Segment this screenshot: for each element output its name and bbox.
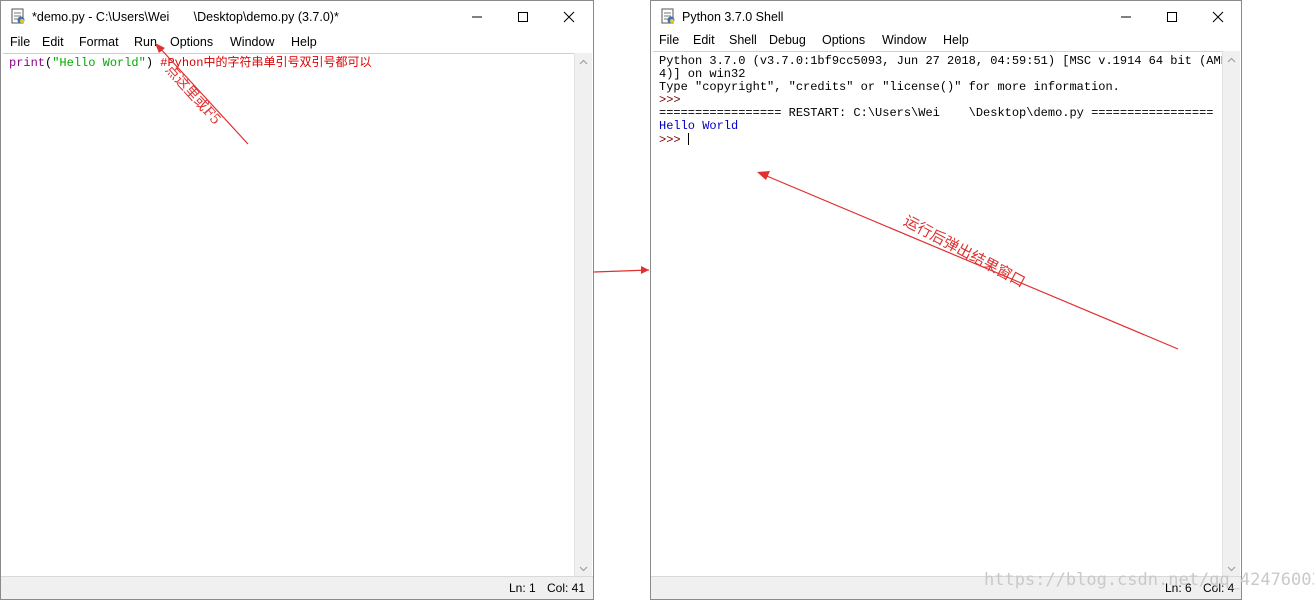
chevron-down-icon: [579, 566, 588, 571]
maximize-button[interactable]: [1149, 1, 1195, 33]
code-editor[interactable]: print("Hello World") #Pyhon中的字符串单引号双引号都可…: [3, 53, 575, 577]
editor-window: *demo.py - C:\Users\Wei \Desktop\demo.py…: [0, 0, 594, 600]
shell-prompt-line: >>>: [659, 133, 689, 147]
watermark: https://blog.csdn.net/qq_42476003: [984, 570, 1314, 590]
program-output: Hello World: [659, 119, 739, 133]
menu-window[interactable]: Window: [882, 33, 926, 47]
shell-prompt: >>>: [659, 133, 688, 147]
shell-scrollbar[interactable]: [1222, 51, 1240, 577]
text-cursor: [687, 133, 689, 145]
editor-title: *demo.py - C:\Users\Wei \Desktop\demo.py…: [32, 10, 339, 24]
string-literal: "Hello World": [52, 56, 146, 70]
minimize-icon: [1121, 16, 1131, 18]
idle-file-icon: [11, 8, 25, 24]
idle-shell-icon: [661, 8, 675, 24]
banner-line: Type "copyright", "credits" or "license(…: [659, 80, 1120, 94]
shell-titlebar[interactable]: Python 3.7.0 Shell: [651, 1, 1241, 33]
menu-file[interactable]: File: [659, 33, 679, 47]
menu-format[interactable]: Format: [79, 35, 119, 49]
maximize-icon: [518, 12, 528, 22]
editor-statusbar: Ln: 1 Col: 41: [1, 576, 593, 599]
close-button[interactable]: [546, 1, 592, 33]
minimize-button[interactable]: [454, 1, 500, 33]
restart-line: ================= RESTART: C:\Users\Wei …: [659, 106, 1214, 120]
scroll-up-button[interactable]: [575, 53, 592, 70]
menu-help[interactable]: Help: [943, 33, 969, 47]
line-indicator: Ln: 1: [509, 581, 536, 595]
close-button[interactable]: [1195, 1, 1241, 33]
chevron-up-icon: [1227, 57, 1236, 62]
menu-edit[interactable]: Edit: [42, 35, 64, 49]
editor-titlebar[interactable]: *demo.py - C:\Users\Wei \Desktop\demo.py…: [1, 1, 593, 33]
chevron-up-icon: [579, 59, 588, 64]
maximize-button[interactable]: [500, 1, 546, 33]
builtin-print: print: [9, 56, 46, 70]
connector-arrow: [593, 266, 650, 274]
menu-debug[interactable]: Debug: [769, 33, 806, 47]
col-indicator: Col: 41: [547, 581, 586, 595]
menu-file[interactable]: File: [10, 35, 30, 49]
menu-shell[interactable]: Shell: [729, 33, 757, 47]
scroll-down-button[interactable]: [575, 560, 592, 577]
editor-menubar: File Edit Format Run Options Window Help: [1, 33, 593, 53]
shell-title: Python 3.7.0 Shell: [682, 10, 784, 24]
editor-scrollbar[interactable]: [574, 53, 592, 577]
minimize-icon: [472, 16, 482, 18]
menu-help[interactable]: Help: [291, 35, 317, 49]
shell-menubar: File Edit Shell Debug Options Window Hel…: [651, 31, 1241, 51]
menu-options[interactable]: Options: [822, 33, 865, 47]
minimize-button[interactable]: [1103, 1, 1149, 33]
scroll-up-button[interactable]: [1223, 51, 1240, 68]
maximize-icon: [1167, 12, 1177, 22]
close-icon: [563, 11, 575, 23]
close-icon: [1212, 11, 1224, 23]
menu-edit[interactable]: Edit: [693, 33, 715, 47]
